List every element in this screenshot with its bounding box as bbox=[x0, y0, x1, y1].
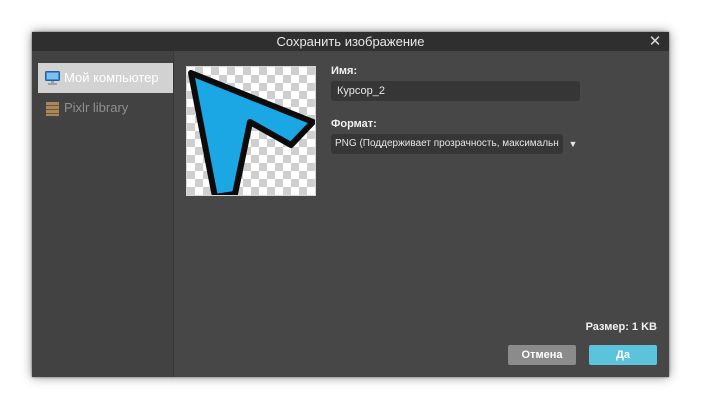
dialog-titlebar: Сохранить изображение ✕ bbox=[32, 32, 669, 51]
ok-button[interactable]: Да bbox=[589, 345, 657, 365]
sidebar-item-label: Pixlr library bbox=[64, 100, 129, 115]
format-label: Формат: bbox=[331, 118, 377, 130]
sidebar: Мой компьютер Pixlr library bbox=[32, 51, 174, 377]
close-icon[interactable]: ✕ bbox=[648, 32, 662, 51]
format-select[interactable]: PNG (Поддерживает прозрачность, максимал… bbox=[331, 134, 563, 154]
name-label: Имя: bbox=[331, 65, 358, 77]
image-preview bbox=[186, 66, 316, 196]
cancel-button[interactable]: Отмена bbox=[508, 345, 576, 365]
file-size-label: Размер: 1 KB bbox=[585, 321, 657, 333]
sidebar-item-my-computer[interactable]: Мой компьютер bbox=[38, 63, 173, 93]
sidebar-item-label: Мой компьютер bbox=[64, 70, 159, 85]
chevron-down-icon[interactable]: ▼ bbox=[566, 137, 580, 151]
monitor-icon bbox=[45, 71, 60, 85]
cursor-arrow-image bbox=[188, 70, 315, 195]
dialog-title: Сохранить изображение bbox=[276, 34, 425, 49]
save-image-dialog: Сохранить изображение ✕ Мой компьютер Pi… bbox=[32, 32, 669, 377]
sidebar-item-pixlr-library[interactable]: Pixlr library bbox=[38, 93, 173, 123]
library-icon bbox=[46, 102, 59, 116]
name-input[interactable]: Курсор_2 bbox=[331, 81, 580, 101]
